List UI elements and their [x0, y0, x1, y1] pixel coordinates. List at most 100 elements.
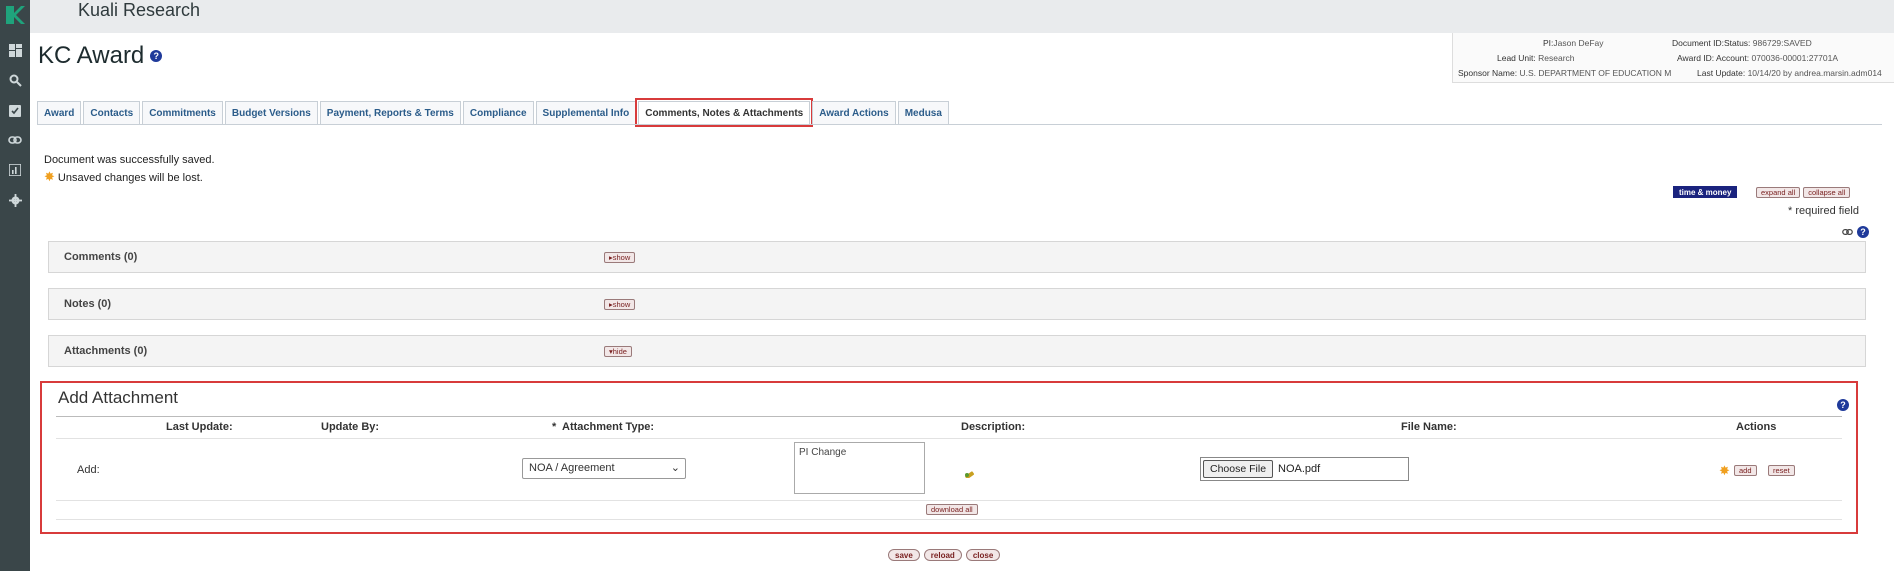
footer-rule: [56, 519, 1842, 520]
attachment-type-value: NOA / Agreement: [529, 462, 615, 474]
page-title: KC Award ?: [38, 42, 163, 70]
pi-label: PI:: [1543, 38, 1554, 48]
help-icon[interactable]: ?: [1837, 399, 1849, 411]
sponsor-info: Sponsor Name: U.S. DEPARTMENT OF EDUCATI…: [1458, 68, 1671, 78]
unsaved-warning-text: Unsaved changes will be lost.: [57, 172, 203, 184]
help-icon[interactable]: ?: [150, 50, 163, 62]
tab-award[interactable]: Award: [37, 101, 82, 124]
header-rule: [56, 416, 1842, 417]
modified-star-icon: ✸: [1719, 463, 1730, 478]
required-field-note: * required field: [1788, 205, 1859, 217]
award-id-info: Award ID: Account: 070036-00001:27701A: [1677, 53, 1838, 63]
attachments-hide-button[interactable]: ▾ hide: [604, 346, 632, 357]
attachment-type-header-label: Attachment Type:: [562, 421, 655, 433]
document-id-info: Document ID:Status: 986729:SAVED: [1672, 38, 1812, 48]
tab-medusa[interactable]: Medusa: [897, 101, 949, 124]
collapse-all-button[interactable]: collapse all: [1803, 187, 1851, 198]
award-id-value: 070036-00001:27701A: [1751, 53, 1839, 63]
expand-collapse-group: expand all collapse all: [1756, 187, 1851, 198]
last-update-label: Last Update:: [1697, 68, 1746, 78]
save-button[interactable]: save: [888, 549, 920, 561]
tab-budget-versions[interactable]: Budget Versions: [224, 101, 318, 124]
document-id-value: 986729:SAVED: [1752, 38, 1812, 48]
download-all-button[interactable]: download all: [926, 504, 978, 515]
chevron-down-icon: ⌄: [670, 462, 680, 474]
gear-icon[interactable]: [5, 191, 25, 209]
time-money-button[interactable]: time & money: [1673, 186, 1738, 198]
lead-unit-info: Lead Unit: Research: [1497, 53, 1575, 63]
page-title-text: KC Award: [38, 42, 145, 69]
attachments-panel-title: Attachments (0): [64, 345, 148, 357]
page-link-help: ?: [1842, 226, 1869, 238]
pi-info: PI:Jason DeFay: [1543, 38, 1604, 48]
help-icon[interactable]: ?: [1857, 226, 1869, 238]
report-chart-icon[interactable]: [5, 161, 25, 179]
tab-payment-reports-terms[interactable]: Payment, Reports & Terms: [319, 101, 461, 124]
tab-award-actions[interactable]: Award Actions: [812, 101, 896, 124]
link-icon[interactable]: [5, 131, 25, 149]
description-textarea[interactable]: PI Change: [794, 442, 925, 494]
attachments-hide-label: hide: [612, 347, 627, 356]
last-update-header: Last Update:: [166, 421, 233, 433]
expand-all-button[interactable]: expand all: [1756, 187, 1801, 198]
app-brand[interactable]: Kuali Research: [78, 0, 200, 20]
add-attachment-section: Add Attachment ? Last Update: Update By:…: [40, 381, 1858, 534]
clipboard-check-icon[interactable]: [5, 101, 25, 119]
award-id-label: Award ID: Account:: [1677, 53, 1750, 63]
saved-message: Document was successfully saved.: [44, 154, 215, 166]
choose-file-button[interactable]: Choose File: [1203, 460, 1274, 478]
notes-show-button[interactable]: ▸ show: [604, 299, 636, 310]
reset-button[interactable]: reset: [1768, 465, 1795, 476]
kuali-logo-icon[interactable]: [4, 4, 26, 26]
comments-panel-title: Comments (0): [64, 251, 138, 263]
actions-header: Actions: [1736, 421, 1777, 433]
spellcheck-pencil-icon[interactable]: [964, 467, 977, 478]
tab-commitments[interactable]: Commitments: [142, 101, 223, 124]
tab-divider: [37, 124, 1882, 125]
last-update-info: Last Update: 10/14/20 by andrea.marsin.a…: [1697, 68, 1882, 78]
file-name-header: File Name:: [1401, 421, 1457, 433]
comments-panel: Comments (0) ▸ show: [48, 241, 1866, 273]
comments-show-label: show: [612, 253, 631, 262]
attachment-type-select[interactable]: NOA / Agreement ⌄: [522, 458, 686, 479]
sponsor-value: U.S. DEPARTMENT OF EDUCATION M: [1519, 68, 1672, 78]
sponsor-label: Sponsor Name:: [1458, 68, 1518, 78]
tab-comments-notes-attachments[interactable]: Comments, Notes & Attachments: [635, 98, 814, 127]
comments-show-button[interactable]: ▸ show: [604, 252, 636, 263]
row-rule: [56, 438, 1842, 439]
link-icon[interactable]: [1842, 228, 1853, 236]
reload-button[interactable]: reload: [923, 549, 962, 561]
notes-panel-title: Notes (0): [64, 298, 112, 310]
document-id-label: Document ID:Status:: [1672, 38, 1751, 48]
warning-star-icon: ✸: [44, 169, 55, 184]
add-button[interactable]: add: [1734, 465, 1757, 476]
attachments-panel: Attachments (0) ▾ hide: [48, 335, 1866, 367]
required-mark: *: [552, 421, 557, 433]
tab-compliance[interactable]: Compliance: [462, 101, 534, 124]
file-input[interactable]: Choose File NOA.pdf: [1200, 457, 1409, 481]
tab-contacts[interactable]: Contacts: [83, 101, 141, 124]
notes-panel: Notes (0) ▸ show: [48, 288, 1866, 320]
left-nav-rail: [0, 0, 30, 571]
add-attachment-heading: Add Attachment: [58, 388, 179, 407]
row-rule: [56, 500, 1842, 501]
add-row-label: Add:: [77, 464, 100, 476]
description-header: Description:: [961, 421, 1026, 433]
lead-unit-value: Research: [1538, 53, 1575, 63]
notes-show-label: show: [612, 300, 631, 309]
lead-unit-label: Lead Unit:: [1497, 53, 1536, 63]
document-info-box: PI:Jason DeFay Lead Unit: Research Spons…: [1452, 33, 1894, 83]
last-update-value: 10/14/20 by andrea.marsin.adm014: [1747, 68, 1882, 78]
dashboard-icon[interactable]: [5, 41, 25, 59]
close-button[interactable]: close: [965, 549, 1001, 561]
file-name-value: NOA.pdf: [1278, 463, 1321, 475]
search-icon[interactable]: [5, 71, 25, 89]
top-bar: Kuali Research: [30, 0, 1894, 33]
unsaved-warning: ✸ Unsaved changes will be lost.: [44, 169, 203, 185]
footer-buttons: save reload close: [888, 549, 1001, 561]
tab-supplemental-info[interactable]: Supplemental Info: [535, 101, 637, 124]
tab-bar: Award Contacts Commitments Budget Versio…: [37, 98, 949, 127]
pi-value: Jason DeFay: [1553, 38, 1604, 48]
attachment-type-header: * Attachment Type:: [552, 421, 654, 433]
update-by-header: Update By:: [321, 421, 380, 433]
